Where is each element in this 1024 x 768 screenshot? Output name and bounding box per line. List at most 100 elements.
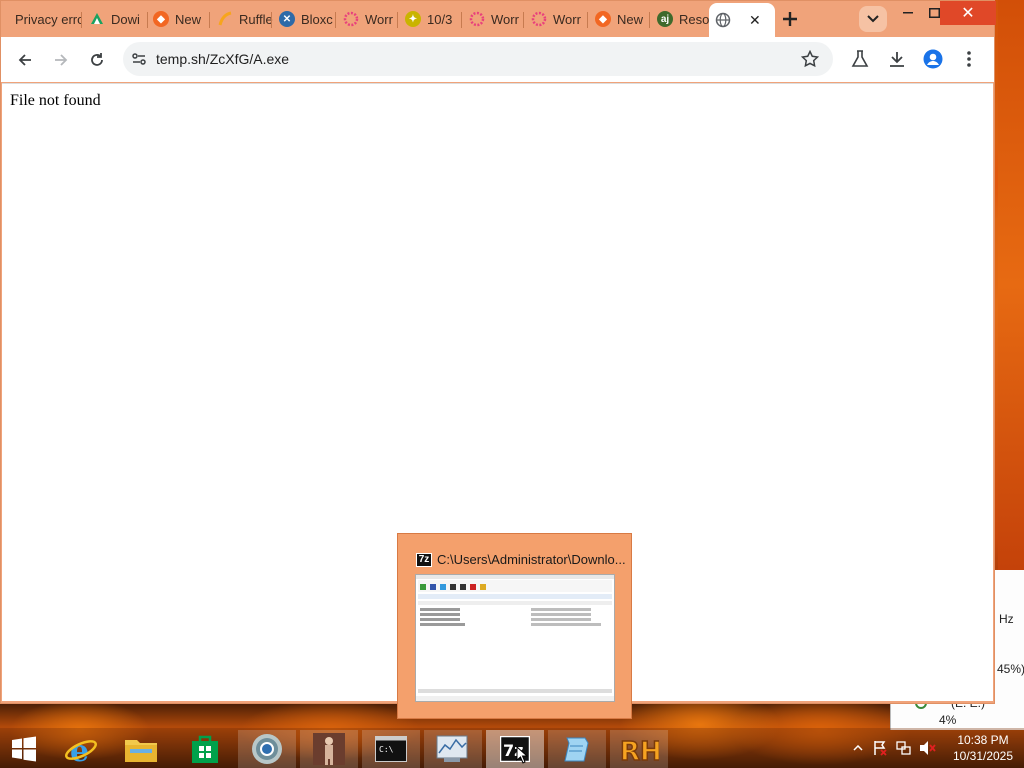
taskbar-resource-monitor[interactable] <box>424 730 482 768</box>
maximize-icon <box>928 8 940 18</box>
tab-title: Worr <box>365 11 393 27</box>
tab-new-2[interactable]: ◆ New <box>589 5 653 33</box>
thumb-header <box>418 601 612 605</box>
back-button[interactable] <box>10 45 40 75</box>
new-tab-button[interactable] <box>776 6 804 32</box>
thumb-row <box>420 618 460 621</box>
taskbar-file-explorer[interactable] <box>112 730 170 768</box>
arrow-right-icon <box>55 54 68 66</box>
ie-icon: e <box>65 734 97 766</box>
network-icon[interactable] <box>892 740 916 756</box>
mouse-cursor-icon <box>516 746 528 764</box>
taskbar-store[interactable] <box>176 730 234 768</box>
tab-download[interactable]: Dowi <box>83 5 147 33</box>
tab-search-button[interactable] <box>859 6 887 32</box>
aj-icon: aj <box>657 11 673 27</box>
tab-reso[interactable]: aj Reso <box>651 5 715 33</box>
preview-title: 7z C:\Users\Administrator\Downlo... <box>416 552 626 567</box>
browser-toolbar: temp.sh/ZcXfG/A.exe <box>1 37 994 82</box>
tab-separator <box>587 12 588 28</box>
tab-privacy-error[interactable]: Privacy erro <box>9 5 81 33</box>
profile-avatar-icon[interactable] <box>922 48 944 70</box>
tab-separator <box>209 12 210 28</box>
clock-time: 10:38 PM <box>957 733 1009 747</box>
tab-title: Worr <box>491 11 519 27</box>
tab-gemini-date[interactable]: ✦ 10/3 <box>399 5 463 33</box>
labs-flask-icon[interactable] <box>849 48 871 70</box>
brave-icon: ◆ <box>595 11 611 27</box>
tab-separator <box>523 12 524 28</box>
svg-text:e: e <box>70 734 89 766</box>
site-settings-icon[interactable] <box>131 51 147 72</box>
monitor-chart-icon <box>436 735 468 762</box>
taskbar-internet-explorer[interactable]: e <box>52 730 110 768</box>
rh-icon: RH <box>619 736 659 764</box>
taskbar-app-figure[interactable] <box>300 730 358 768</box>
thumb-toolbar <box>418 580 612 592</box>
taskbar-chrome[interactable] <box>238 730 296 768</box>
tab-title: Bloxc <box>301 11 333 27</box>
reload-button[interactable] <box>82 45 112 75</box>
start-button[interactable] <box>0 730 48 768</box>
tab-title: Privacy erro <box>15 11 81 27</box>
thumb-row <box>420 613 460 616</box>
thumb-row-meta <box>531 623 601 626</box>
tab-title: New <box>617 11 644 27</box>
clock-date: 10/31/2025 <box>952 749 1014 763</box>
flower-icon <box>343 11 359 27</box>
folder-icon <box>125 740 157 762</box>
notepad-icon <box>564 737 589 762</box>
taskbar-cmd[interactable]: C:\ <box>362 730 420 768</box>
system-tray <box>848 728 940 768</box>
arrow-left-icon <box>18 54 31 66</box>
thumb-row-meta <box>531 618 591 621</box>
tab-ruffle[interactable]: Ruffle <box>211 5 275 33</box>
taskbar-clock[interactable]: 10:38 PM 10/31/2025 <box>948 732 1018 764</box>
chevron-down-icon <box>867 15 879 23</box>
sevenzip-icon: 7z <box>416 552 432 567</box>
taskbar-7zip[interactable]: 7z <box>486 730 544 768</box>
address-bar[interactable]: temp.sh/ZcXfG/A.exe <box>123 42 833 76</box>
address-url[interactable]: temp.sh/ZcXfG/A.exe <box>156 51 289 67</box>
tab-title: Worr <box>553 11 581 27</box>
thumb-scrollbar <box>418 689 612 693</box>
thumb-row <box>420 623 465 626</box>
bookmark-star-icon[interactable] <box>800 49 820 73</box>
preview-thumbnail[interactable] <box>415 574 615 702</box>
page-message: File not found <box>10 92 101 109</box>
taskbar: e C:\ 7z RH 10:38 PM 10/31/2025 <box>0 728 1024 768</box>
bg-window-percent: 45%) <box>997 662 1024 676</box>
tray-overflow-chevron-icon[interactable] <box>848 745 868 751</box>
taskbar-rh[interactable]: RH <box>610 730 668 768</box>
menu-kebab-icon[interactable] <box>958 48 980 70</box>
action-center-flag-icon[interactable] <box>868 740 892 756</box>
tab-active[interactable]: ✕ <box>709 3 775 37</box>
cmd-icon: C:\ <box>375 736 407 762</box>
tab-worr-3[interactable]: Worr <box>525 5 589 33</box>
plus-icon <box>783 12 797 26</box>
bloxstrap-icon: ✕ <box>279 11 295 27</box>
bg-window-hz: Hz <box>999 612 1014 626</box>
tab-separator <box>649 12 650 28</box>
volume-muted-icon[interactable] <box>916 740 940 756</box>
close-button[interactable]: ✕ <box>940 1 996 25</box>
flower-icon <box>469 11 485 27</box>
tab-worr-1[interactable]: Worr <box>337 5 401 33</box>
taskbar-preview-7zip[interactable]: 7z C:\Users\Administrator\Downlo... <box>397 533 632 719</box>
gemini-icon: ✦ <box>405 11 421 27</box>
cmd-label: C:\ <box>379 745 394 754</box>
tab-new-1[interactable]: ◆ New <box>147 5 211 33</box>
preview-title-text: C:\Users\Administrator\Downlo... <box>437 552 626 567</box>
tab-bloxstrap[interactable]: ✕ Bloxc <box>273 5 337 33</box>
tab-close-icon[interactable]: ✕ <box>749 12 761 29</box>
tab-separator <box>81 12 82 28</box>
desktop-wallpaper-right <box>998 0 1024 570</box>
tab-worr-2[interactable]: Worr <box>463 5 527 33</box>
store-icon <box>192 735 218 763</box>
svg-text:RH: RH <box>620 737 659 764</box>
tab-separator <box>335 12 336 28</box>
forward-button[interactable] <box>46 45 76 75</box>
taskbar-notepad[interactable] <box>548 730 606 768</box>
download-icon[interactable] <box>886 48 908 70</box>
thumb-row-meta <box>531 613 591 616</box>
